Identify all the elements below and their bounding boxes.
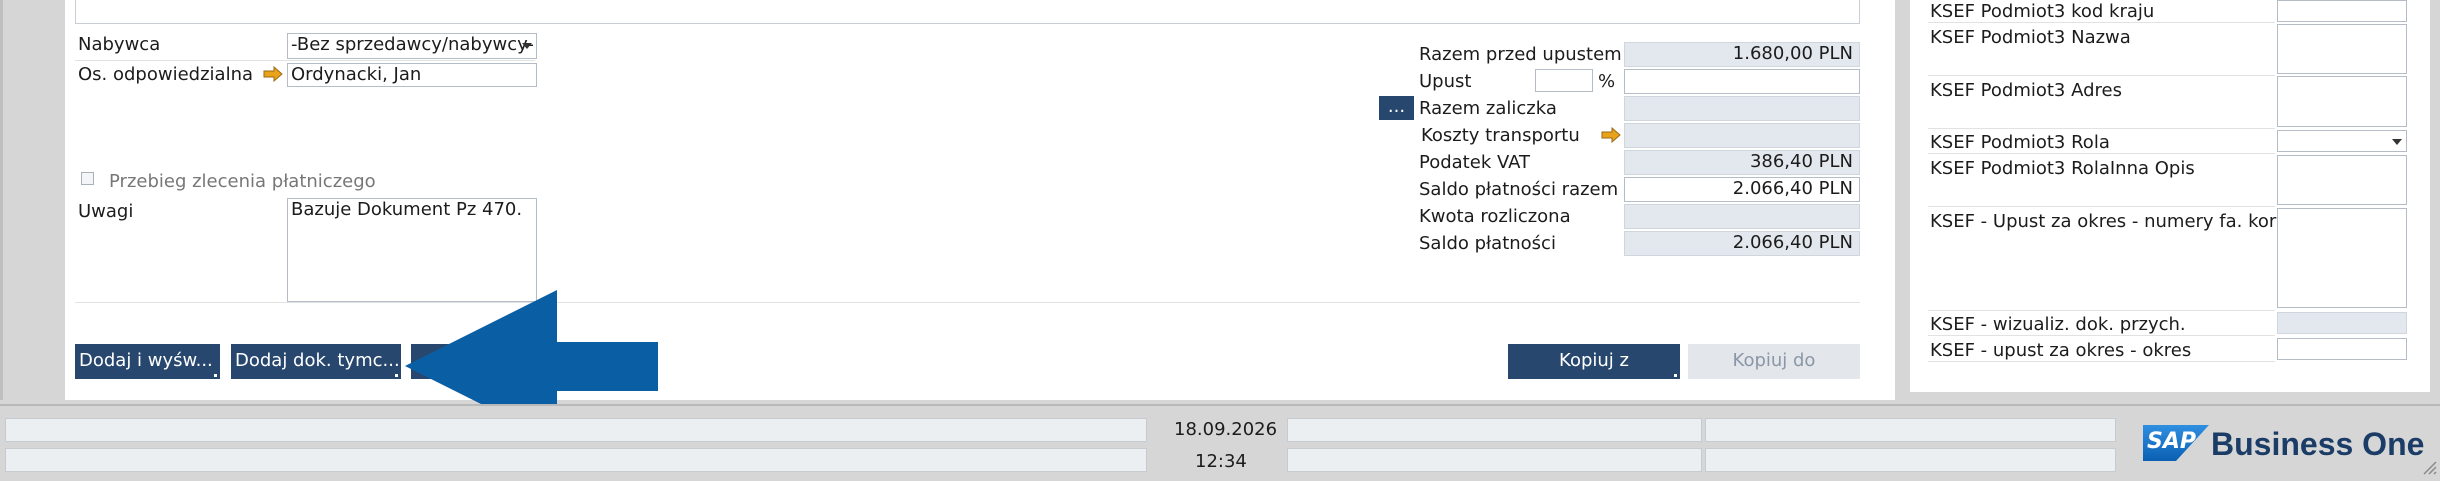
divider	[1928, 206, 2275, 207]
status-message-field	[5, 448, 1147, 472]
owner-field[interactable]: Ordynacki, Jan	[287, 63, 537, 87]
ksef-role-select[interactable]	[2277, 130, 2407, 152]
add-and-view-label: Dodaj i wyśw...	[79, 350, 213, 371]
total-payment-value: 2.066,40 PLN	[1624, 177, 1860, 202]
remarks-value: Bazuje Dokument Pz 470.	[291, 199, 523, 220]
before-discount-label: Razem przed upustem	[1419, 44, 1622, 65]
divider	[1928, 310, 2275, 311]
settled-label: Kwota rozliczona	[1419, 206, 1571, 227]
total-payment-label: Saldo płatności razem	[1419, 179, 1619, 200]
payment-checkbox[interactable]	[81, 172, 94, 185]
chevron-down-icon[interactable]	[2392, 139, 2402, 145]
status-date: 18.09.2026	[1174, 419, 1278, 440]
link-arrow-icon[interactable]	[1601, 126, 1621, 148]
settled-value	[1624, 204, 1860, 229]
balance-amount: 2.066,40 PLN	[1732, 232, 1853, 253]
ksef-label: KSEF Podmiot3 Rola	[1930, 132, 2110, 153]
ksef-label: KSEF Podmiot3 RolaInna Opis	[1930, 158, 2195, 179]
discount-percent-input[interactable]	[1535, 69, 1593, 92]
buyer-label: Nabywca	[78, 34, 161, 55]
copy-to-label: Kopiuj do	[1732, 350, 1816, 371]
resize-grip-icon[interactable]	[2420, 458, 2438, 476]
divider	[75, 60, 535, 61]
before-discount-amount: 1.680,00 PLN	[1732, 43, 1853, 64]
ksef-field[interactable]	[2277, 338, 2407, 360]
ksef-label: KSEF - wizualiz. dok. przych.	[1930, 314, 2186, 335]
balance-value: 2.066,40 PLN	[1624, 231, 1860, 256]
product-name: Business One	[2211, 426, 2425, 462]
ksef-label: KSEF - upust za okres - okres	[1930, 340, 2192, 361]
status-message-field	[5, 418, 1147, 442]
discount-label: Upust	[1419, 71, 1472, 92]
add-draft-label: Dodaj dok. tymc...	[235, 350, 400, 371]
chevron-down-icon[interactable]	[522, 43, 532, 49]
percent-symbol: %	[1598, 71, 1616, 92]
status-field	[1287, 448, 1702, 472]
before-discount-value: 1.680,00 PLN	[1624, 42, 1860, 67]
remarks-textarea[interactable]: Bazuje Dokument Pz 470.	[287, 198, 537, 302]
buyer-select[interactable]: -Bez sprzedawcy/nabywcy-	[287, 33, 537, 59]
ksef-field[interactable]	[2277, 208, 2407, 308]
buyer-select-value: -Bez sprzedawcy/nabywcy-	[291, 34, 534, 55]
owner-value: Ordynacki, Jan	[291, 64, 422, 85]
status-field	[1287, 418, 1702, 442]
balance-label: Saldo płatności	[1419, 233, 1556, 254]
status-field	[1705, 418, 2116, 442]
vat-amount: 386,40 PLN	[1749, 151, 1853, 172]
link-arrow-icon[interactable]	[263, 65, 283, 87]
divider	[1928, 361, 2275, 362]
down-payment-select-button[interactable]: ...	[1379, 96, 1414, 120]
ksef-label: KSEF Podmiot3 kod kraju	[1930, 1, 2155, 22]
ksef-label: KSEF Podmiot3 Adres	[1930, 80, 2122, 101]
ksef-field[interactable]	[2277, 155, 2407, 205]
divider	[1928, 22, 2275, 23]
divider	[1928, 335, 2275, 336]
ksef-field[interactable]	[2277, 0, 2407, 22]
top-field-edge	[75, 0, 1860, 24]
pane-splitter[interactable]	[1895, 0, 1910, 400]
down-payment-label: Razem zaliczka	[1419, 98, 1557, 119]
ksef-label: KSEF Podmiot3 Nazwa	[1930, 27, 2131, 48]
ksef-field[interactable]	[2277, 76, 2407, 127]
status-time: 12:34	[1195, 451, 1247, 472]
freight-label: Koszty transportu	[1421, 125, 1580, 146]
copy-from-button[interactable]: Kopiuj z	[1508, 344, 1680, 379]
divider	[1928, 128, 2275, 129]
left-border	[0, 0, 3, 400]
copy-to-button[interactable]: Kopiuj do	[1688, 344, 1860, 379]
total-payment-amount: 2.066,40 PLN	[1732, 178, 1853, 199]
status-field	[1705, 448, 2116, 472]
owner-label: Os. odpowiedzialna	[78, 64, 254, 85]
add-and-view-button[interactable]: Dodaj i wyśw...	[75, 344, 220, 379]
ksef-field	[2277, 312, 2407, 334]
payment-checkbox-label: Przebieg zlecenia płatniczego	[109, 171, 376, 192]
ksef-label: KSEF - Upust za okres - numery fa. koryg…	[1930, 211, 2305, 232]
add-draft-button[interactable]: Dodaj dok. tymc...	[231, 344, 401, 379]
divider	[1928, 153, 2275, 154]
copy-from-label: Kopiuj z	[1559, 350, 1629, 371]
ksef-field[interactable]	[2277, 24, 2407, 74]
discount-amount-input[interactable]	[1624, 69, 1860, 94]
divider	[75, 302, 1860, 303]
vat-value: 386,40 PLN	[1624, 150, 1860, 175]
down-payment-value	[1624, 96, 1860, 121]
freight-value	[1624, 123, 1860, 148]
divider	[1928, 75, 2275, 76]
dots-label: ...	[1387, 96, 1406, 117]
remarks-label: Uwagi	[78, 201, 134, 222]
vat-label: Podatek VAT	[1419, 152, 1531, 173]
